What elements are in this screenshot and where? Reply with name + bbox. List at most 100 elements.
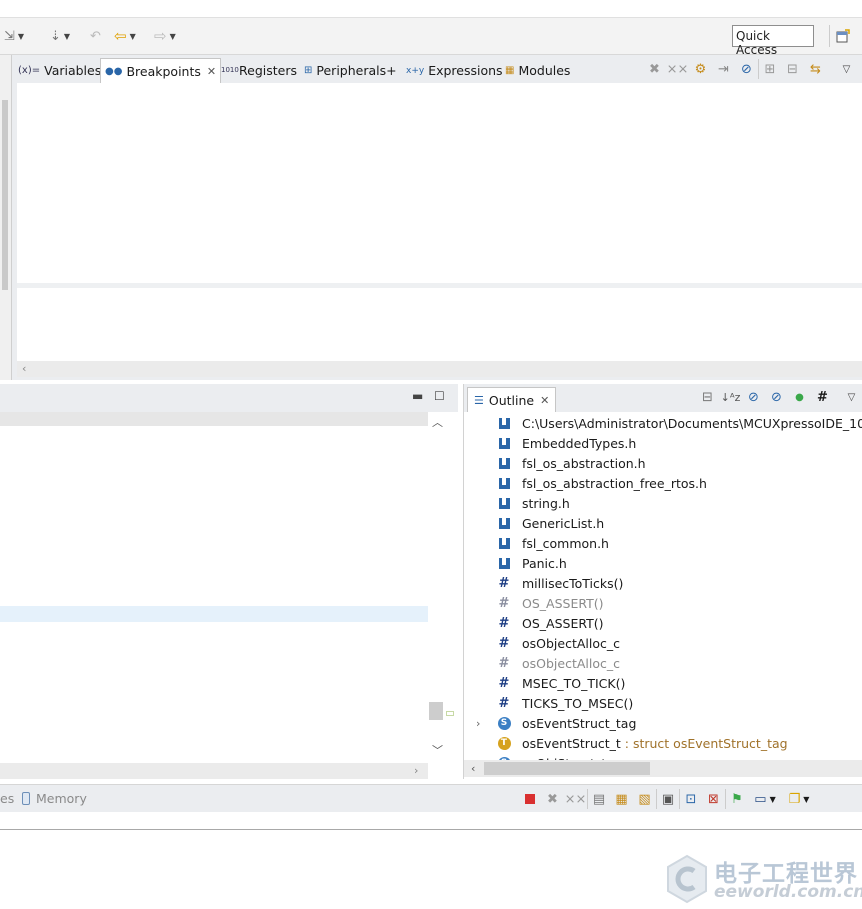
quick-access-field[interactable]: Quick Access [732, 25, 814, 57]
variables-icon: (x)= [18, 65, 41, 76]
skip-all-breakpoints-button[interactable]: ⊘ [735, 59, 758, 79]
outline-item[interactable]: GenericList.h [464, 513, 862, 533]
minimize-icon[interactable]: ▬ [412, 389, 423, 403]
outline-item[interactable]: # OS_ASSERT() [464, 613, 862, 633]
expand-chevron-icon[interactable]: › [476, 717, 480, 730]
remove-launch-button[interactable]: ✖ [541, 789, 564, 809]
close-icon[interactable]: ✕ [207, 65, 216, 78]
pin-console-button[interactable]: ⚑ [725, 789, 748, 809]
expand-all-button[interactable]: ⊞ [758, 59, 781, 79]
scrollbar-thumb[interactable] [429, 702, 443, 720]
scroll-right-icon[interactable]: › [414, 764, 418, 777]
scroll-left-icon[interactable]: ‹ [22, 362, 26, 375]
collapse-all-button[interactable]: ⊟ [696, 387, 719, 407]
chevron-down-icon[interactable]: ▼ [64, 32, 70, 41]
outline-item-label: osObjectAlloc_c [522, 655, 621, 671]
link-with-debug-view-button[interactable]: ⇆ [804, 59, 827, 79]
scroll-lock-button[interactable]: ▦ [610, 789, 633, 809]
scrollbar-thumb[interactable] [2, 100, 8, 290]
tab-variables[interactable]: (x)= Variables [18, 58, 101, 83]
tab-expressions[interactable]: x+y Expressions [406, 58, 503, 83]
tab-breakpoints[interactable]: ●● Breakpoints ✕ [100, 58, 222, 83]
terminate-button[interactable] [518, 789, 541, 809]
vertical-scrollbar[interactable]: ︿ ﹀ [428, 412, 445, 762]
word-wrap-button[interactable]: ▧ [633, 789, 656, 809]
hide-macros-button[interactable]: # [811, 387, 834, 407]
inactive-macro-icon: # [498, 595, 510, 611]
clear-console-button[interactable]: ▤ [587, 789, 610, 809]
horizontal-scrollbar[interactable]: › [0, 763, 428, 779]
last-edit-button[interactable]: ↶ [90, 27, 101, 45]
outline-item[interactable]: # MSEC_TO_TICK() [464, 673, 862, 693]
tab-memory[interactable]: Memory [22, 791, 87, 806]
outline-item-label: osObjectAlloc_c [522, 635, 621, 651]
show-supported-icon: ⚙ [694, 61, 707, 77]
tab-registers[interactable]: 1010 Registers [221, 58, 297, 83]
forward-button[interactable]: ⇨ ▼ [154, 27, 176, 45]
outline-item[interactable]: # osObjectAlloc_c [464, 633, 862, 653]
open-console-button[interactable]: ❐ ▼ [782, 789, 816, 809]
horizontal-scrollbar[interactable]: ‹ [464, 760, 862, 777]
outline-item[interactable]: # osObjectAlloc_c [464, 653, 862, 673]
chevron-down-icon[interactable]: ▼ [18, 32, 24, 41]
remove-all-icon: ⨯⨯ [666, 61, 689, 77]
breakpoints-list[interactable] [17, 83, 862, 283]
remove-breakpoint-button[interactable]: ✖ [643, 59, 666, 79]
view-menu-button[interactable]: ▽ [840, 387, 862, 407]
display-selected-console-button[interactable]: ▭ ▼ [748, 789, 782, 809]
outline-item[interactable]: fsl_os_abstraction.h [464, 453, 862, 473]
hash-icon: # [817, 389, 828, 405]
step-over-button[interactable]: ⇣ ▼ [50, 27, 70, 45]
chevron-down-icon[interactable]: ▼ [130, 32, 136, 41]
scroll-up-icon[interactable]: ︿ [432, 414, 443, 430]
hide-fields-button[interactable]: ⊘ [742, 387, 765, 407]
tab-peripherals[interactable]: ⊞ Peripherals+ [304, 58, 397, 83]
open-perspective-button[interactable] [829, 25, 855, 47]
go-to-file-icon: ⇥ [718, 61, 729, 77]
sort-button[interactable]: ↓ᴬz [719, 387, 742, 407]
overview-ruler-marker[interactable] [446, 711, 454, 716]
chevron-down-icon[interactable]: ▼ [170, 32, 176, 41]
remove-all-terminated-button[interactable]: ⨯⨯ [564, 789, 587, 809]
show-console-button[interactable]: ▣ [656, 789, 679, 809]
view-menu-button[interactable]: ▽ [835, 59, 858, 79]
scroll-down-icon[interactable]: ﹀ [432, 742, 443, 758]
outline-item-label: GenericList.h [522, 515, 605, 531]
scroll-left-icon[interactable]: ‹ [471, 762, 475, 775]
hide-non-public-button[interactable]: ● [788, 387, 811, 407]
outline-item[interactable]: fsl_common.h [464, 533, 862, 553]
outline-item[interactable]: # OS_ASSERT() [464, 593, 862, 613]
chevron-down-icon[interactable]: ▼ [803, 795, 809, 804]
show-stderr-button[interactable]: ⊠ [702, 789, 725, 809]
outline-item[interactable]: C:\Users\Administrator\Documents\MCUXpre… [464, 413, 862, 433]
outline-item[interactable]: string.h [464, 493, 862, 513]
scrollbar-thumb[interactable] [484, 762, 650, 775]
tab-modules[interactable]: ▦ Modules [505, 58, 570, 83]
tab-partial[interactable]: es [0, 791, 14, 806]
maximize-icon[interactable]: ☐ [434, 389, 445, 403]
chevron-down-icon[interactable]: ▼ [770, 795, 776, 804]
outline-item[interactable]: TosEventStruct_t : struct osEventStruct_… [464, 733, 862, 753]
breakpoint-detail-pane[interactable] [17, 288, 862, 361]
breakpoints-view-toolbar: ✖ ⨯⨯ ⚙ ⇥ ⊘ ⊞ ⊟ ⇆ ▽ [643, 59, 858, 79]
back-button[interactable]: ⇦ ▼ [114, 27, 136, 45]
close-icon[interactable]: ✕ [540, 394, 549, 407]
hide-static-button[interactable]: ⊘ [765, 387, 788, 407]
outline-item[interactable]: › SosEventStruct_tag [464, 713, 862, 733]
collapse-all-button[interactable]: ⊟ [781, 59, 804, 79]
outline-item[interactable]: fsl_os_abstraction_free_rtos.h [464, 473, 862, 493]
skip-breakpoints-icon: ⊘ [741, 61, 752, 77]
outline-item[interactable]: # millisecToTicks() [464, 573, 862, 593]
horizontal-scrollbar[interactable]: ‹ [17, 361, 862, 377]
remove-all-breakpoints-button[interactable]: ⨯⨯ [666, 59, 689, 79]
go-to-file-button[interactable]: ⇥ [712, 59, 735, 79]
outline-item[interactable]: Panic.h [464, 553, 862, 573]
outline-icon: ☰ [474, 393, 484, 407]
inactive-macro-icon: # [498, 655, 510, 671]
outline-item[interactable]: EmbeddedTypes.h [464, 433, 862, 453]
step-into-button[interactable]: ⇲ ▼ [4, 27, 24, 45]
tab-outline[interactable]: ☰ Outline ✕ [467, 387, 557, 412]
outline-item[interactable]: # TICKS_TO_MSEC() [464, 693, 862, 713]
show-breakpoints-supported-button[interactable]: ⚙ [689, 59, 712, 79]
show-stdout-button[interactable]: ⊡ [679, 789, 702, 809]
